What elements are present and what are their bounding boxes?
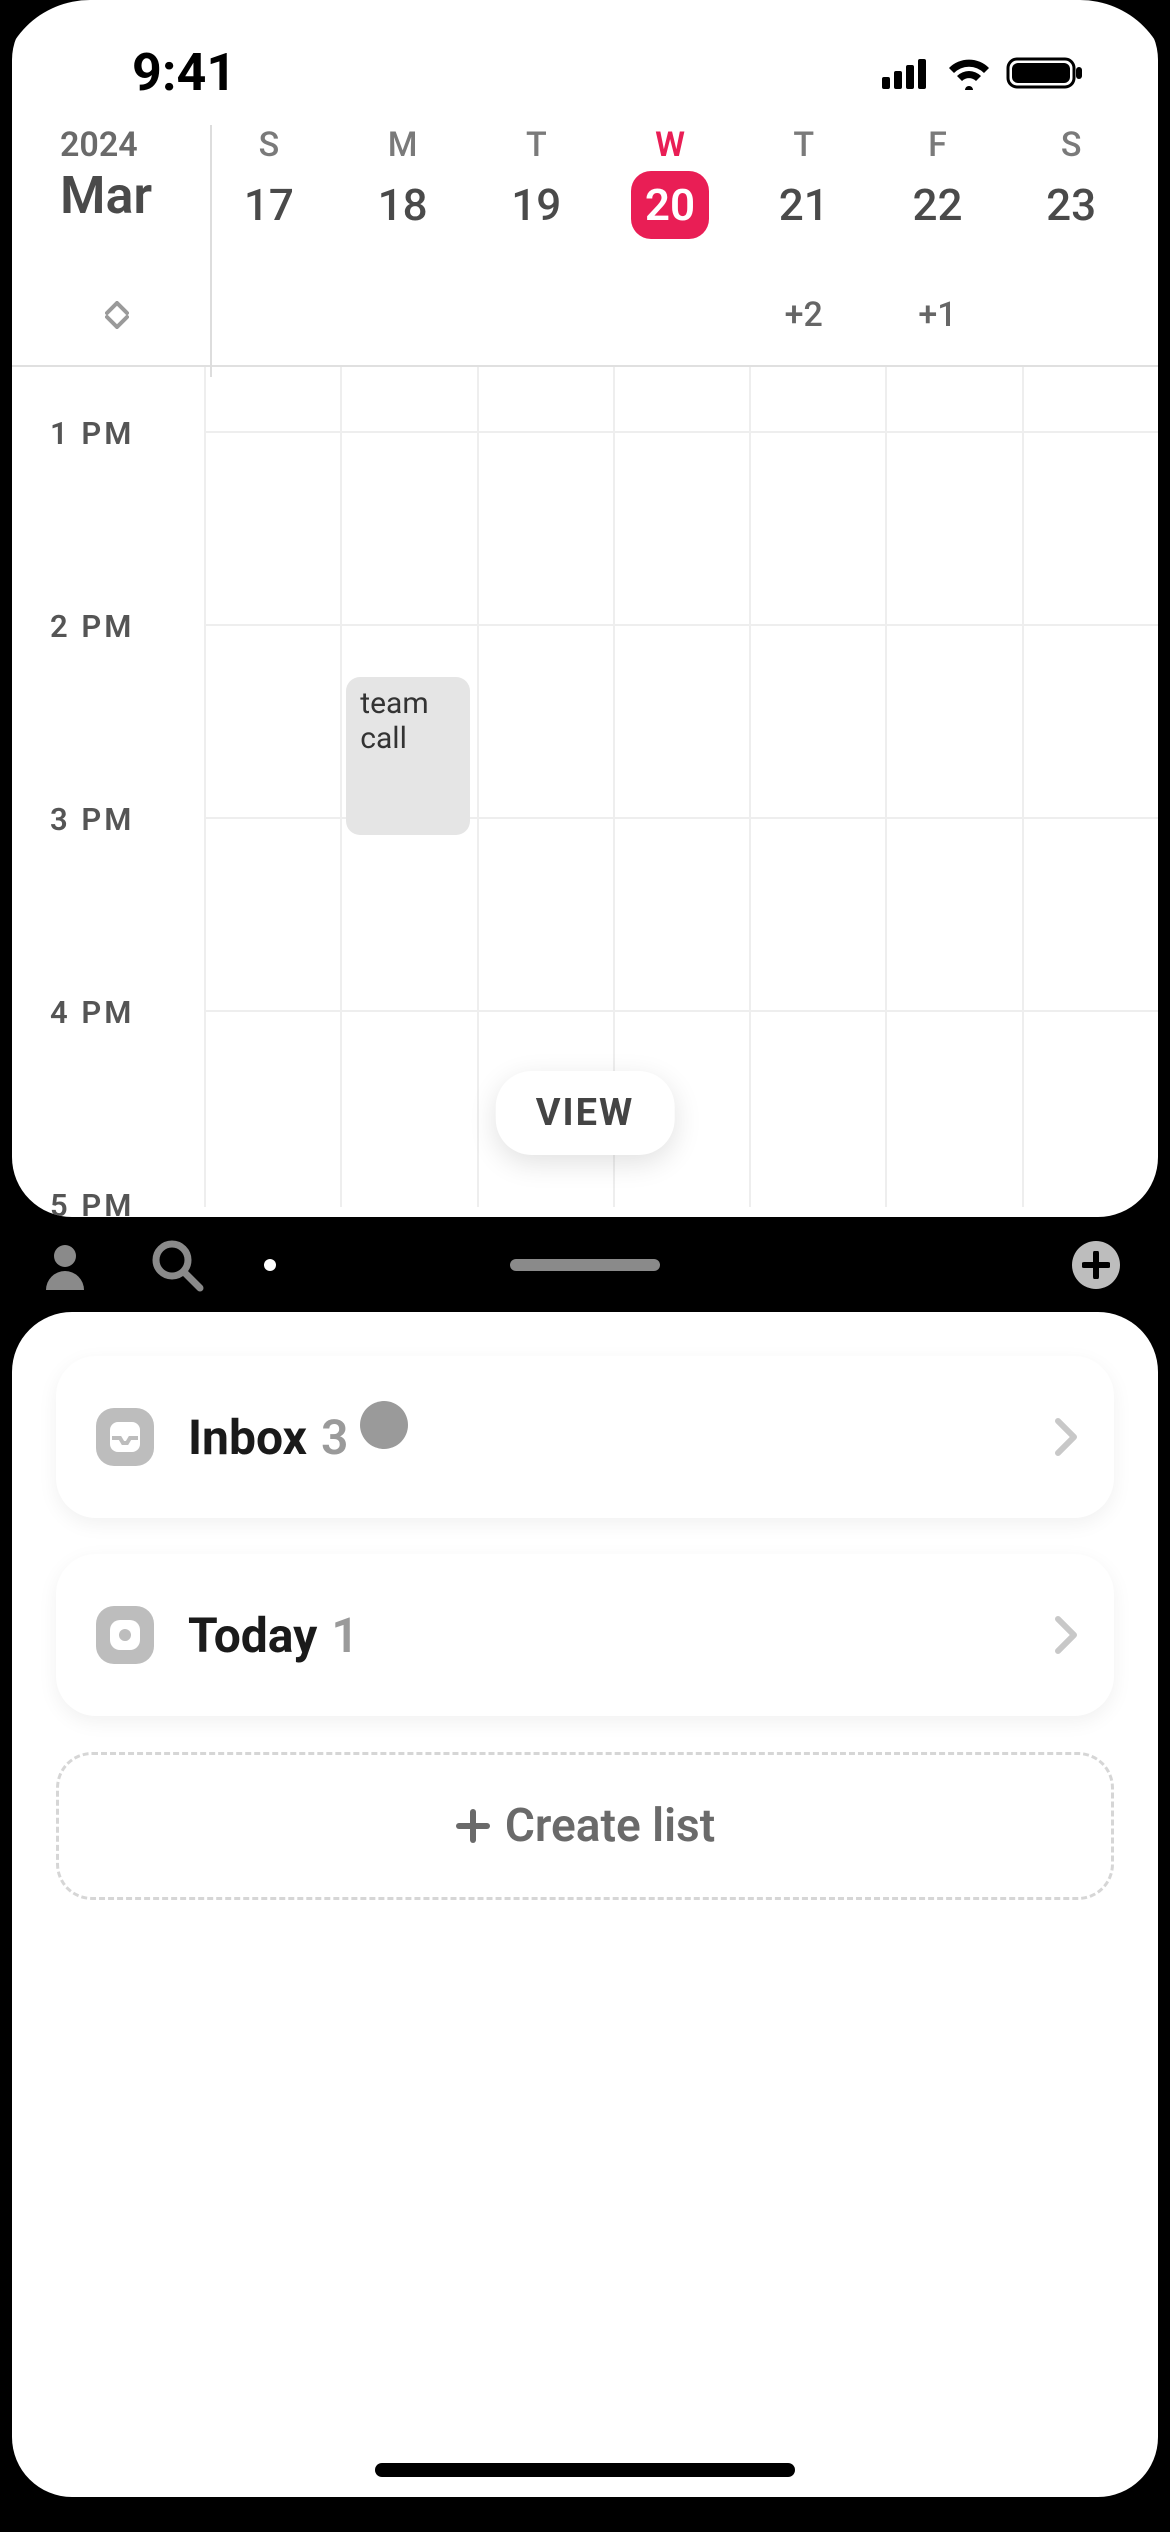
cellular-icon	[882, 57, 932, 89]
dow: M	[388, 125, 418, 165]
plus-icon	[1082, 1251, 1110, 1279]
battery-icon	[1006, 55, 1084, 91]
calendar-card: 9:41 2024 Mar S 17 M 18	[12, 0, 1158, 1217]
view-button[interactable]: VIEW	[496, 1071, 675, 1155]
search-icon[interactable]	[150, 1238, 204, 1292]
dow: W	[655, 125, 685, 165]
year-label: 2024	[60, 125, 202, 165]
grid-columns: team call	[204, 367, 1158, 1207]
day-sun[interactable]: S 17	[202, 125, 336, 239]
plus-icon	[455, 1808, 491, 1844]
counts-row: +2 +1	[12, 265, 1158, 365]
list-item-inbox[interactable]: Inbox 3	[56, 1356, 1114, 1518]
day-tue[interactable]: T 19	[469, 125, 603, 239]
day-wed-selected[interactable]: W 20	[603, 125, 737, 239]
count-sat	[1004, 265, 1138, 365]
month-label: Mar	[60, 165, 202, 226]
dow: T	[793, 125, 814, 165]
week-header: 2024 Mar S 17 M 18 T 19 W 20	[12, 115, 1158, 265]
count-wed	[603, 265, 737, 365]
dnum: 20	[631, 171, 709, 239]
status-time: 9:41	[72, 42, 236, 103]
year-month[interactable]: 2024 Mar	[32, 125, 202, 226]
dnum: 19	[497, 171, 575, 239]
count-sun	[202, 265, 336, 365]
dnum: 22	[898, 171, 976, 239]
dow: S	[1061, 125, 1082, 165]
notification-dot	[360, 1401, 408, 1449]
time-5pm: 5 PM	[12, 1187, 204, 1217]
day-sat[interactable]: S 23	[1004, 125, 1138, 239]
chevron-right-icon	[1054, 1615, 1078, 1655]
create-list-label: Create list	[505, 1799, 715, 1853]
time-1pm: 1 PM	[12, 367, 204, 608]
add-button[interactable]	[1072, 1241, 1120, 1289]
list-item-today[interactable]: Today 1	[56, 1554, 1114, 1716]
chevron-up-icon	[105, 301, 129, 315]
list-label: Inbox	[188, 1409, 307, 1466]
indicator-dot	[264, 1259, 276, 1271]
dnum: 21	[765, 171, 843, 239]
drag-handle[interactable]	[510, 1259, 660, 1271]
profile-icon[interactable]	[40, 1240, 90, 1290]
time-column: 1 PM 2 PM 3 PM 4 PM 5 PM	[12, 367, 204, 1207]
day-fri[interactable]: F 22	[871, 125, 1005, 239]
day-thu[interactable]: T 21	[737, 125, 871, 239]
count-thu: +2	[737, 265, 871, 365]
dow: T	[526, 125, 547, 165]
dnum: 23	[1032, 171, 1110, 239]
dnum: 17	[230, 171, 308, 239]
day-mon[interactable]: M 18	[336, 125, 470, 239]
expand-toggle[interactable]	[32, 265, 202, 365]
list-count: 3	[321, 1409, 348, 1466]
chevron-down-icon	[105, 315, 129, 329]
dnum: 18	[364, 171, 442, 239]
count-fri: +1	[871, 265, 1005, 365]
time-2pm: 2 PM	[12, 608, 204, 801]
time-3pm: 3 PM	[12, 801, 204, 994]
status-icons	[882, 55, 1098, 91]
chevron-right-icon	[1054, 1417, 1078, 1457]
status-bar: 9:41	[12, 0, 1158, 115]
list-label: Today	[188, 1607, 317, 1664]
dow: F	[928, 125, 947, 165]
dow: S	[259, 125, 280, 165]
time-4pm: 4 PM	[12, 994, 204, 1187]
count-tue	[469, 265, 603, 365]
lists-card: Inbox 3 Today 1 Create list	[12, 1312, 1158, 2497]
days-row: S 17 M 18 T 19 W 20 T 21	[202, 125, 1138, 239]
count-mon	[336, 265, 470, 365]
inbox-icon	[96, 1408, 154, 1466]
home-indicator[interactable]	[375, 2463, 795, 2477]
wifi-icon	[946, 56, 992, 90]
create-list-button[interactable]: Create list	[56, 1752, 1114, 1900]
toolbar	[0, 1217, 1170, 1312]
event-team-call[interactable]: team call	[346, 677, 470, 835]
today-icon	[96, 1606, 154, 1664]
list-count: 1	[331, 1607, 358, 1664]
